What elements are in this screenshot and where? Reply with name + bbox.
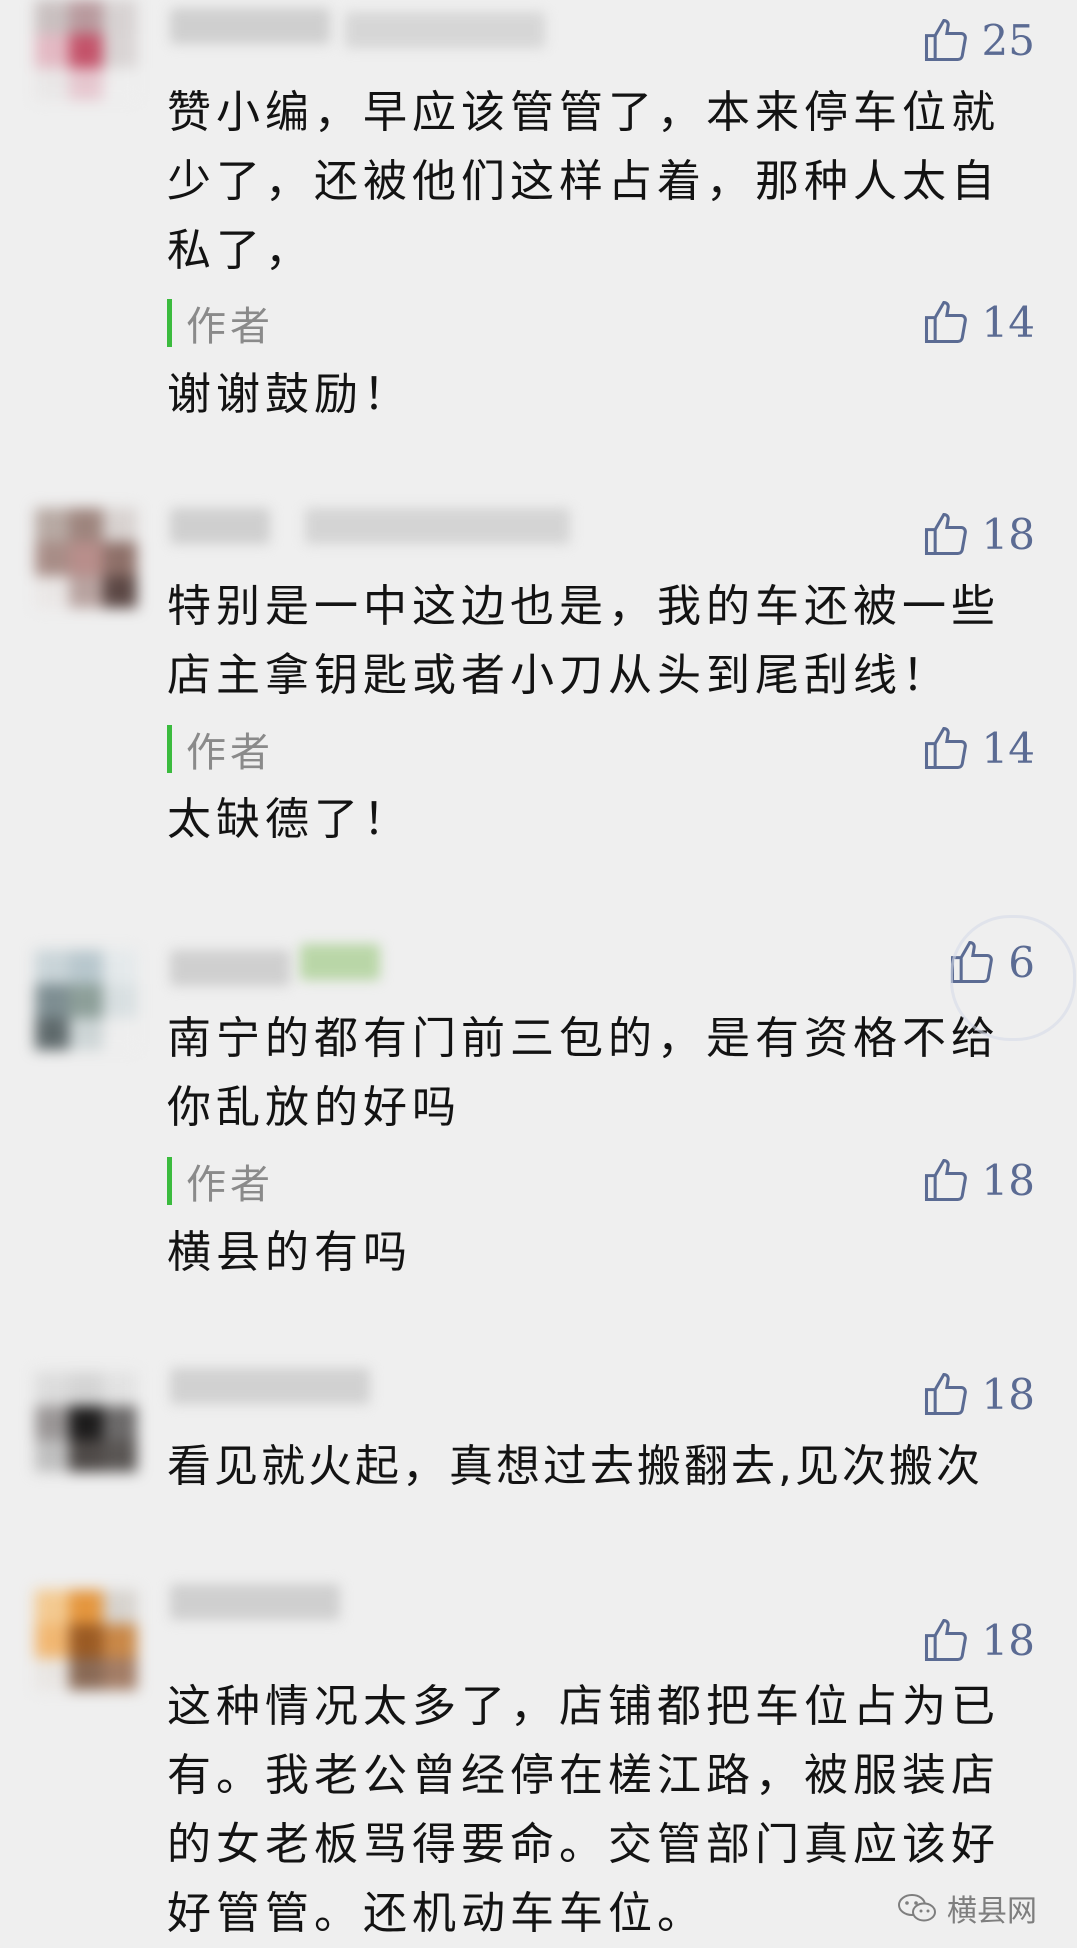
like-count: 25: [981, 15, 1035, 65]
author-label: 作者: [186, 730, 274, 776]
username-blurred[interactable]: [170, 508, 270, 544]
author-bar: [167, 1157, 172, 1205]
username-blurred: [300, 944, 380, 980]
wechat-icon: [898, 1894, 936, 1922]
like-button[interactable]: 14: [920, 718, 1035, 778]
comment-text: 南宁的都有门前三包的，是有资格不给你乱放的好吗: [167, 1013, 1000, 1133]
comment-text: 赞小编，早应该管管了，本来停车位就少了，还被他们这样占着，那种人太自私了，: [167, 87, 1000, 276]
avatar[interactable]: [35, 1372, 137, 1472]
footer-brand: 横县网: [897, 1886, 1037, 1930]
comment-text: 看见就火起，真想过去搬翻去,见次搬次: [167, 1441, 983, 1492]
like-count: 18: [981, 1615, 1035, 1665]
like-button[interactable]: 18: [920, 504, 1035, 564]
username-blurred[interactable]: [170, 950, 290, 986]
avatar[interactable]: [35, 0, 137, 100]
author-bar: [167, 299, 172, 347]
like-button[interactable]: 18: [920, 1364, 1035, 1424]
like-count: 18: [981, 1369, 1035, 1419]
thumbs-up-icon: [924, 300, 967, 344]
author-reply-label: 作者: [167, 1156, 274, 1208]
like-count: 18: [981, 1155, 1035, 1205]
like-count: 14: [981, 297, 1035, 347]
username-blurred[interactable]: [170, 1368, 370, 1404]
username-blurred: [345, 12, 545, 48]
like-button[interactable]: 18: [920, 1610, 1035, 1670]
thumbs-up-icon: [924, 1372, 967, 1416]
watermark-stamp: [950, 915, 1076, 1041]
thumbs-up-icon: [924, 1618, 967, 1662]
thumbs-up-icon: [924, 512, 967, 556]
thumbs-up-icon: [924, 726, 967, 770]
reply-text: 太缺德了！: [167, 794, 412, 845]
reply-text: 横县的有吗: [167, 1227, 412, 1278]
avatar[interactable]: [35, 508, 137, 608]
author-reply-label: 作者: [167, 298, 274, 350]
author-label: 作者: [186, 1162, 274, 1208]
username-blurred[interactable]: [170, 8, 330, 44]
like-button[interactable]: 18: [920, 1150, 1035, 1210]
username-blurred[interactable]: [170, 1584, 340, 1620]
avatar[interactable]: [35, 1590, 137, 1690]
thumbs-up-icon: [924, 1158, 967, 1202]
author-label: 作者: [186, 304, 274, 350]
like-count: 18: [981, 509, 1035, 559]
author-reply-label: 作者: [167, 724, 274, 776]
avatar[interactable]: [35, 950, 137, 1050]
like-button[interactable]: 14: [920, 292, 1035, 352]
brand-name: 横县网: [947, 1894, 1037, 1929]
comment-text: 特别是一中这边也是，我的车还被一些店主拿钥匙或者小刀从头到尾刮线！: [167, 581, 1000, 701]
username-blurred: [305, 508, 570, 544]
like-count: 14: [981, 723, 1035, 773]
thumbs-up-icon: [924, 18, 967, 62]
like-button[interactable]: 25: [920, 10, 1035, 70]
reply-text: 谢谢鼓励！: [167, 369, 412, 420]
author-bar: [167, 725, 172, 773]
